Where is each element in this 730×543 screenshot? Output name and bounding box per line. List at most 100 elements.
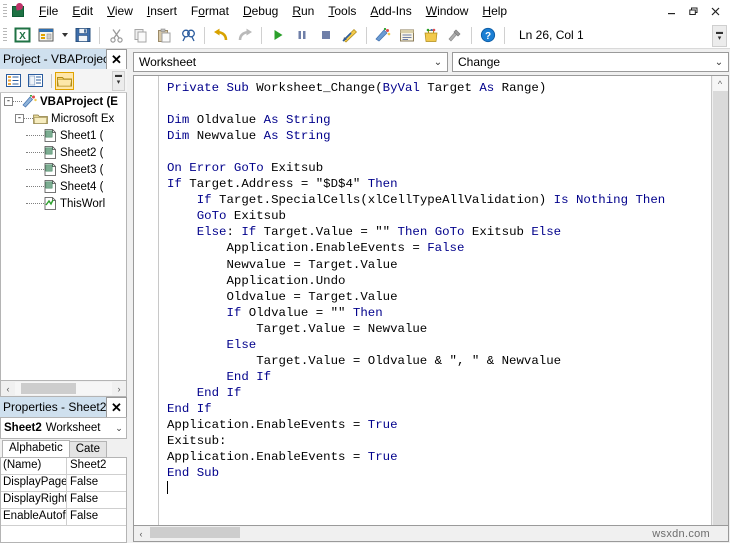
chevron-down-icon[interactable]: ⌄ <box>710 57 728 68</box>
code-line[interactable]: Application.EnableEvents = True <box>167 449 711 465</box>
toolbar-drag-handle[interactable] <box>3 28 7 42</box>
code-vscrollbar[interactable]: ^ <box>711 76 728 525</box>
code-line[interactable]: Else <box>167 337 711 353</box>
code-hscroll-left-arrow[interactable]: ‹ <box>134 527 148 540</box>
tree-node[interactable]: Sheet4 ( <box>1 178 126 195</box>
menu-item-run[interactable]: Run <box>285 1 321 21</box>
properties-title-bar[interactable]: Properties - Sheet2 ✕ <box>0 397 127 417</box>
properties-grid[interactable]: (Name) Sheet2 DisplayPage False DisplayRight… <box>0 457 127 543</box>
restore-button[interactable] <box>682 2 704 20</box>
project-explorer-title-bar[interactable]: Project - VBAProjec ✕ <box>0 49 127 69</box>
tree-expander-icon[interactable]: - <box>15 114 24 123</box>
property-value[interactable]: False <box>67 509 126 525</box>
tree-node[interactable]: Sheet3 ( <box>1 161 126 178</box>
code-line[interactable]: Dim Oldvalue As String <box>167 112 711 128</box>
code-line[interactable]: End Sub <box>167 465 711 481</box>
property-value[interactable]: False <box>67 492 126 508</box>
object-dropdown[interactable]: Worksheet ⌄ <box>133 52 448 72</box>
undo-icon[interactable] <box>210 24 232 46</box>
chevron-down-icon[interactable]: ⌄ <box>112 423 126 434</box>
code-line[interactable]: On Error GoTo Exitsub <box>167 160 711 176</box>
code-line[interactable]: End If <box>167 385 711 401</box>
code-hscroll-thumb[interactable] <box>150 527 240 538</box>
menu-item-format[interactable]: Format <box>184 1 236 21</box>
code-hscrollbar[interactable]: ‹ <box>133 525 729 542</box>
save-icon[interactable] <box>72 24 94 46</box>
tree-node[interactable]: Sheet2 ( <box>1 144 126 161</box>
view-code-icon[interactable] <box>4 72 23 90</box>
tree-node[interactable]: ThisWorl <box>1 195 126 212</box>
menu-item-insert[interactable]: Insert <box>140 1 184 21</box>
project-tree[interactable]: - VBAProject (E - Microsoft Ex Sheet1 (Sheet… <box>0 93 127 381</box>
vscroll-track[interactable] <box>712 91 728 525</box>
hscroll-thumb[interactable] <box>21 383 76 394</box>
view-excel-icon[interactable]: X <box>11 24 33 46</box>
menu-item-edit[interactable]: Edit <box>65 1 100 21</box>
code-line[interactable]: Oldvalue = Target.Value <box>167 289 711 305</box>
menu-item-debug[interactable]: Debug <box>236 1 285 21</box>
insert-dropdown-icon[interactable] <box>59 24 70 46</box>
tree-node[interactable]: - Microsoft Ex <box>1 110 126 127</box>
menu-item-file[interactable]: File <box>32 1 65 21</box>
code-line[interactable]: If Target.SpecialCells(xlCellTypeAllVali… <box>167 192 711 208</box>
properties-tab-alphabetic[interactable]: Alphabetic <box>2 440 70 457</box>
tree-expander-icon[interactable]: - <box>4 97 13 106</box>
run-icon[interactable] <box>267 24 289 46</box>
vscroll-up-arrow[interactable]: ^ <box>712 76 728 91</box>
code-line[interactable]: Application.Undo <box>167 273 711 289</box>
code-line[interactable]: Private Sub Worksheet_Change(ByVal Targe… <box>167 80 711 96</box>
toggle-folders-icon[interactable] <box>55 71 74 90</box>
menu-item-help[interactable]: Help <box>475 1 514 21</box>
toolbox-icon[interactable] <box>420 24 442 46</box>
code-line[interactable]: Application.EnableEvents = False <box>167 240 711 256</box>
code-editor-area[interactable]: Private Sub Worksheet_Change(ByVal Targe… <box>133 75 729 525</box>
project-tree-hscrollbar[interactable]: ‹ › <box>0 381 127 397</box>
code-text[interactable]: Private Sub Worksheet_Change(ByVal Targe… <box>159 76 711 525</box>
code-line[interactable]: If Oldvalue = "" Then <box>167 305 711 321</box>
code-line[interactable]: ​ <box>167 96 711 112</box>
reset-icon[interactable] <box>315 24 337 46</box>
code-line[interactable]: End If <box>167 369 711 385</box>
property-row[interactable]: (Name) Sheet2 <box>1 458 126 475</box>
properties-object-combo[interactable]: Sheet2 Worksheet ⌄ <box>0 417 127 439</box>
code-line[interactable]: Dim Newvalue As String <box>167 128 711 144</box>
code-line[interactable]: Target.Value = Newvalue <box>167 321 711 337</box>
hscroll-left-arrow[interactable]: ‹ <box>1 382 15 395</box>
tree-node[interactable]: Sheet1 ( <box>1 127 126 144</box>
tree-node[interactable]: - VBAProject (E <box>1 93 126 110</box>
minimize-button[interactable] <box>660 2 682 20</box>
property-row[interactable]: DisplayPage False <box>1 475 126 492</box>
code-line[interactable]: Application.EnableEvents = True <box>167 417 711 433</box>
chevron-down-icon[interactable]: ⌄ <box>429 57 447 68</box>
view-object-icon[interactable] <box>26 72 45 90</box>
hscroll-right-arrow[interactable]: › <box>112 382 126 395</box>
menu-item-add-ins[interactable]: Add-Ins <box>363 1 418 21</box>
menu-item-window[interactable]: Window <box>419 1 476 21</box>
code-line[interactable]: If Target.Address = "$D$4" Then <box>167 176 711 192</box>
project-explorer-icon[interactable] <box>372 24 394 46</box>
close-button[interactable] <box>704 2 726 20</box>
code-line[interactable]: Newvalue = Target.Value <box>167 257 711 273</box>
menu-item-tools[interactable]: Tools <box>321 1 363 21</box>
project-toolbar-overflow-button[interactable]: ▬ ▾ <box>112 71 125 91</box>
code-line[interactable]: Target.Value = Oldvalue & ", " & Newvalu… <box>167 353 711 369</box>
menu-item-view[interactable]: View <box>100 1 140 21</box>
code-line[interactable]: Else: If Target.Value = "" Then GoTo Exi… <box>167 224 711 240</box>
properties-tab-cate[interactable]: Cate <box>68 441 108 457</box>
break-icon[interactable] <box>291 24 313 46</box>
hscroll-track[interactable] <box>15 382 112 395</box>
code-line[interactable]: End If <box>167 401 711 417</box>
property-value[interactable]: False <box>67 475 126 491</box>
project-explorer-close-icon[interactable]: ✕ <box>106 49 127 69</box>
property-row[interactable]: DisplayRight False <box>1 492 126 509</box>
code-margin-indicator-bar[interactable] <box>134 76 159 525</box>
code-line[interactable]: ​ <box>167 144 711 160</box>
help-icon[interactable]: ? <box>477 24 499 46</box>
procedure-dropdown[interactable]: Change ⌄ <box>452 52 729 72</box>
properties-close-icon[interactable]: ✕ <box>106 397 127 417</box>
property-row[interactable]: EnableAutof False <box>1 509 126 526</box>
code-line[interactable]: Exitsub: <box>167 433 711 449</box>
menubar-drag-handle[interactable] <box>3 4 7 18</box>
design-mode-icon[interactable] <box>339 24 361 46</box>
insert-userform-icon[interactable] <box>35 24 57 46</box>
